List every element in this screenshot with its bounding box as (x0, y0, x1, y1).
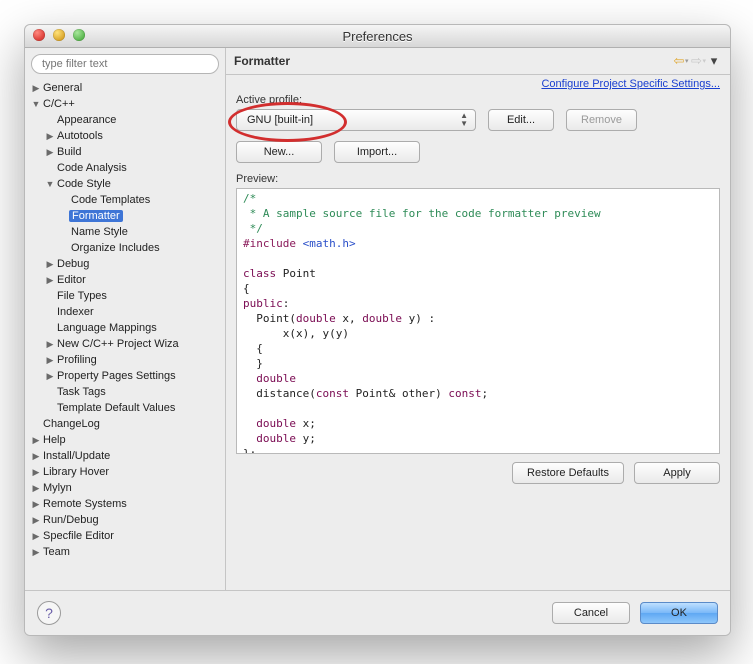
tree-item-library-hover[interactable]: ▶Library Hover (31, 464, 225, 480)
tree-item-formatter[interactable]: Formatter (59, 208, 225, 224)
new-button[interactable]: New... (236, 141, 322, 163)
tree-item-install-update[interactable]: ▶Install/Update (31, 448, 225, 464)
tree-item-language-mappings[interactable]: Language Mappings (45, 320, 225, 336)
tree-item-team[interactable]: ▶Team (31, 544, 225, 560)
tree-item-help[interactable]: ▶Help (31, 432, 225, 448)
tree-item-ccpp[interactable]: ▼C/C++ (31, 96, 225, 112)
disclosure-icon[interactable]: ▶ (31, 499, 41, 510)
disclosure-icon[interactable]: ▶ (31, 435, 41, 446)
tree-item-build[interactable]: ▶Build (45, 144, 225, 160)
tree-item-indexer[interactable]: Indexer (45, 304, 225, 320)
tree-item-code-templates[interactable]: Code Templates (59, 192, 225, 208)
tree-item-debug[interactable]: ▶Debug (45, 256, 225, 272)
disclosure-icon[interactable]: ▶ (31, 547, 41, 558)
tree-item-new-project[interactable]: ▶New C/C++ Project Wiza (45, 336, 225, 352)
active-profile-value: GNU [built-in] (247, 114, 313, 126)
disclosure-icon[interactable]: ▶ (45, 131, 55, 142)
disclosure-icon[interactable]: ▶ (31, 515, 41, 526)
active-profile-label: Active profile: (236, 94, 720, 106)
disclosure-icon[interactable]: ▶ (45, 259, 55, 270)
disclosure-icon[interactable]: ▼ (31, 99, 41, 109)
minimize-icon[interactable] (53, 29, 65, 41)
restore-defaults-button[interactable]: Restore Defaults (512, 462, 624, 484)
cancel-button[interactable]: Cancel (552, 602, 630, 624)
tree-item-organize-includes[interactable]: Organize Includes (59, 240, 225, 256)
zoom-icon[interactable] (73, 29, 85, 41)
tree-item-general[interactable]: ▶General (31, 80, 225, 96)
preferences-window: Preferences ▶General ▼C/C++ Appearance ▶… (24, 24, 731, 636)
tree-item-code-analysis[interactable]: Code Analysis (45, 160, 225, 176)
filter-input[interactable] (31, 54, 219, 74)
content-header: Formatter ⇦▾ ⇨▾ ▾ (226, 48, 730, 75)
titlebar: Preferences (25, 25, 730, 48)
content-pane: Formatter ⇦▾ ⇨▾ ▾ Configure Project Spec… (226, 48, 730, 590)
tree-item-appearance[interactable]: Appearance (45, 112, 225, 128)
page-title: Formatter (234, 54, 290, 68)
view-menu-icon[interactable]: ▾ (706, 53, 722, 69)
tree-item-code-style[interactable]: ▼Code Style (45, 176, 225, 192)
tree-item-specfile-editor[interactable]: ▶Specfile Editor (31, 528, 225, 544)
remove-button: Remove (566, 109, 637, 131)
tree-item-file-types[interactable]: File Types (45, 288, 225, 304)
tree-item-task-tags[interactable]: Task Tags (45, 384, 225, 400)
preview-label: Preview: (236, 173, 720, 185)
tree-item-profiling[interactable]: ▶Profiling (45, 352, 225, 368)
preview-pane[interactable]: /* * A sample source file for the code f… (236, 188, 720, 454)
configure-project-link[interactable]: Configure Project Specific Settings... (541, 78, 720, 90)
tree-item-changelog[interactable]: ChangeLog (31, 416, 225, 432)
disclosure-icon[interactable]: ▶ (31, 451, 41, 462)
preferences-tree[interactable]: ▶General ▼C/C++ Appearance ▶Autotools ▶B… (25, 78, 225, 590)
tree-item-autotools[interactable]: ▶Autotools (45, 128, 225, 144)
sidebar: ▶General ▼C/C++ Appearance ▶Autotools ▶B… (25, 48, 226, 590)
disclosure-icon[interactable]: ▶ (45, 371, 55, 382)
help-icon[interactable]: ? (37, 601, 61, 625)
tree-item-mylyn[interactable]: ▶Mylyn (31, 480, 225, 496)
import-button[interactable]: Import... (334, 141, 420, 163)
disclosure-icon[interactable]: ▶ (45, 355, 55, 366)
active-profile-select[interactable]: GNU [built-in] ▲▼ (236, 109, 476, 131)
apply-button[interactable]: Apply (634, 462, 720, 484)
close-icon[interactable] (33, 29, 45, 41)
edit-button[interactable]: Edit... (488, 109, 554, 131)
select-arrows-icon: ▲▼ (460, 112, 468, 128)
tree-item-remote-systems[interactable]: ▶Remote Systems (31, 496, 225, 512)
disclosure-icon[interactable]: ▶ (31, 483, 41, 494)
tree-item-name-style[interactable]: Name Style (59, 224, 225, 240)
tree-item-editor[interactable]: ▶Editor (45, 272, 225, 288)
disclosure-icon[interactable]: ▶ (45, 275, 55, 286)
ok-button[interactable]: OK (640, 602, 718, 624)
footer: ? Cancel OK (25, 590, 730, 635)
disclosure-icon[interactable]: ▶ (31, 83, 41, 94)
disclosure-icon[interactable]: ▶ (31, 531, 41, 542)
window-title: Preferences (342, 29, 412, 44)
tree-item-run-debug[interactable]: ▶Run/Debug (31, 512, 225, 528)
tree-item-property-pages[interactable]: ▶Property Pages Settings (45, 368, 225, 384)
disclosure-icon[interactable]: ▶ (31, 467, 41, 478)
disclosure-icon[interactable]: ▼ (45, 179, 55, 189)
disclosure-icon[interactable]: ▶ (45, 339, 55, 350)
disclosure-icon[interactable]: ▶ (45, 147, 55, 158)
tree-item-template-defaults[interactable]: Template Default Values (45, 400, 225, 416)
